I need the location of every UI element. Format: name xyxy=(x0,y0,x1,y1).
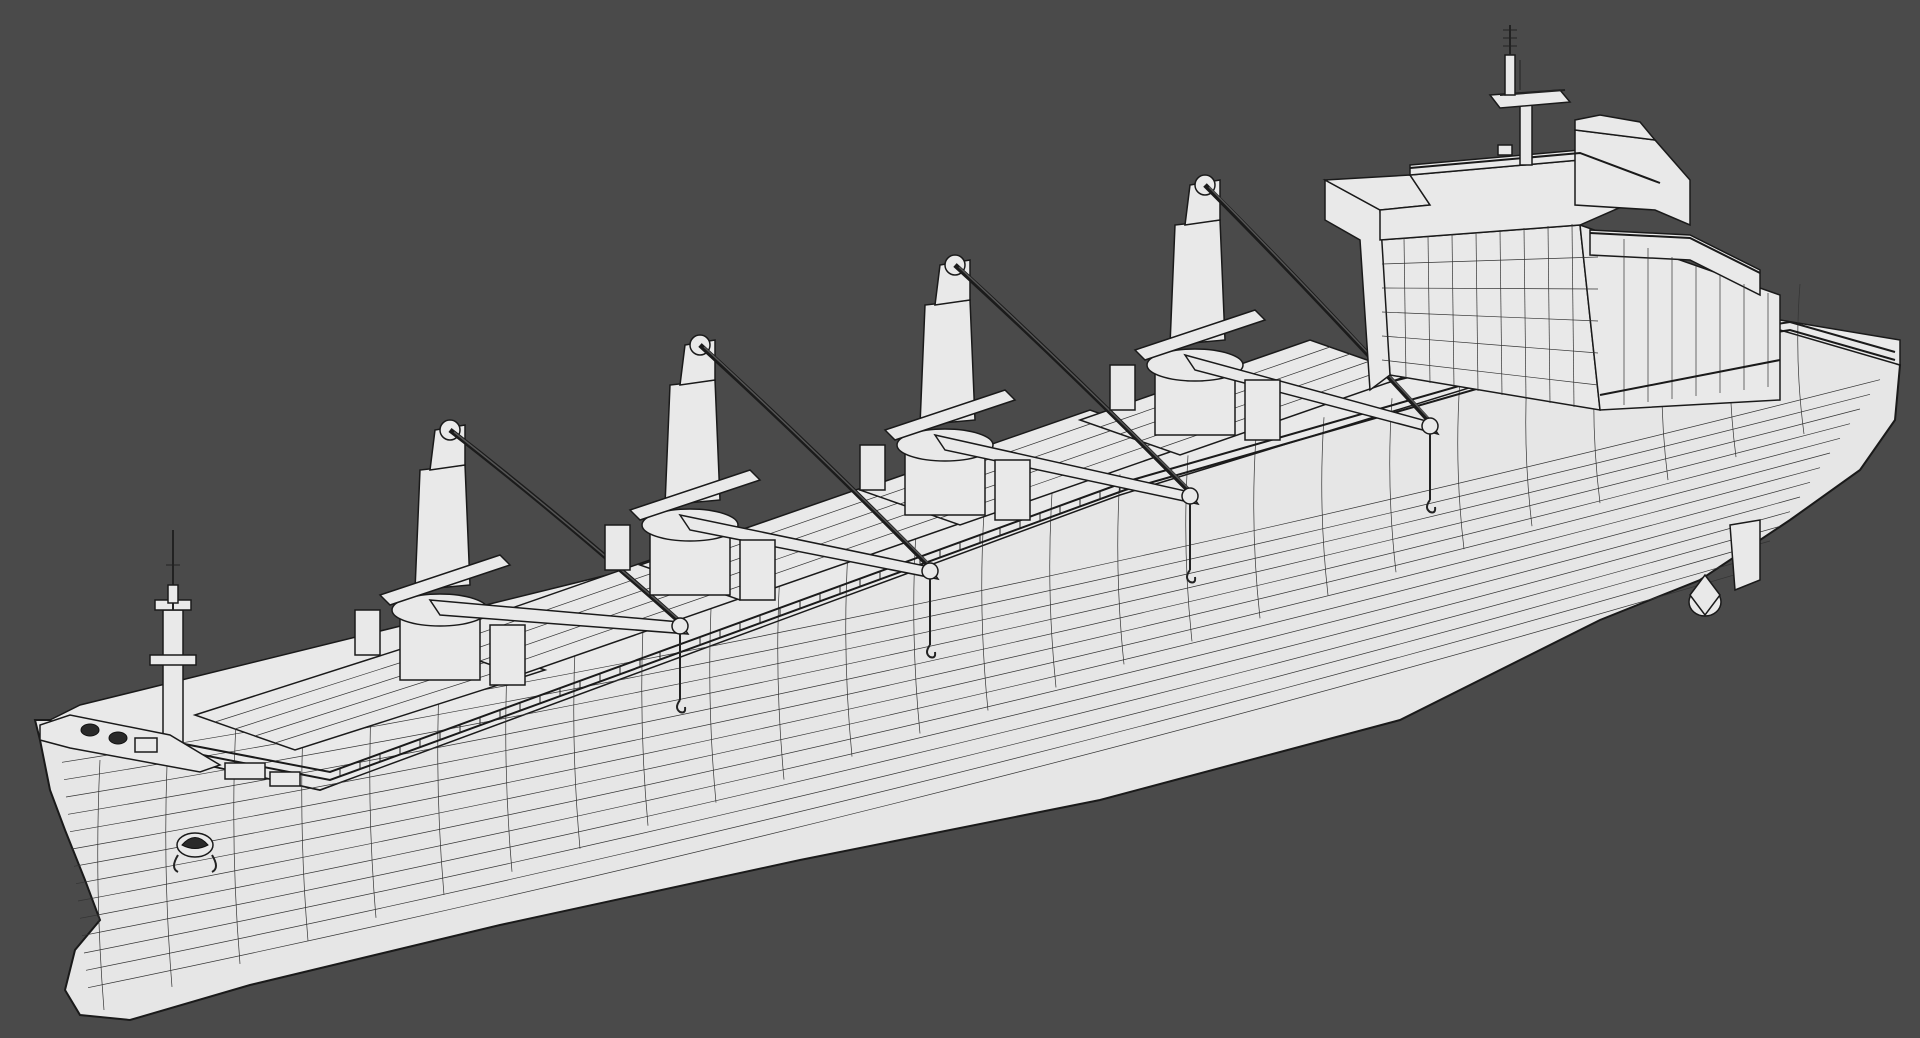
superstructure xyxy=(1322,114,1781,411)
radar-mast xyxy=(1488,25,1572,166)
3d-viewport[interactable] xyxy=(0,0,1920,1038)
ship-model-render xyxy=(33,25,1902,1022)
